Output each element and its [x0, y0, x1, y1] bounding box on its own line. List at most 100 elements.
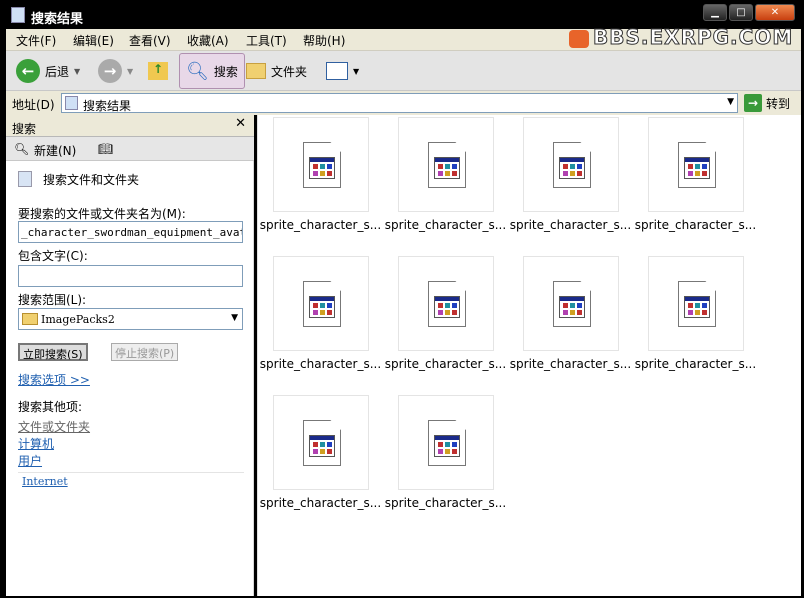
result-file-item[interactable]: sprite_character_s...: [258, 254, 383, 384]
views-button[interactable]: ▼: [326, 57, 359, 85]
address-value: 搜索结果: [83, 99, 132, 113]
file-thumbnail: [398, 256, 494, 351]
chevron-down-icon: ▼: [353, 66, 360, 76]
maximize-button[interactable]: □: [729, 4, 753, 21]
folders-label: 文件夹: [271, 64, 308, 79]
forward-arrow-icon: →: [98, 59, 122, 83]
menu-tools[interactable]: 工具(T): [246, 32, 287, 49]
back-label: 后退: [45, 64, 70, 79]
result-file-item[interactable]: sprite_character_s...: [508, 115, 633, 245]
back-arrow-icon: ←: [16, 59, 40, 83]
result-file-item[interactable]: sprite_character_s...: [383, 393, 508, 523]
new-search-button[interactable]: 新建(N): [34, 142, 76, 159]
search-button[interactable]: 🔍︎ 搜索: [179, 53, 245, 89]
search-now-button[interactable]: 立即搜索(S): [18, 343, 88, 361]
contains-text-input[interactable]: [18, 265, 243, 287]
image-file-icon: [303, 281, 341, 327]
up-folder-button[interactable]: ↑: [148, 57, 168, 85]
result-file-item[interactable]: sprite_character_s...: [258, 115, 383, 245]
file-name: sprite_character_s...: [384, 357, 507, 371]
image-file-icon: [553, 281, 591, 327]
search-pane-header: 搜索 ✕: [6, 115, 254, 137]
new-search-icon: 🔍︎: [14, 142, 30, 156]
folder-icon: [246, 63, 266, 79]
people-link[interactable]: 用户: [18, 452, 42, 469]
file-thumbnail: [648, 117, 744, 212]
menu-view[interactable]: 查看(V): [129, 32, 171, 49]
files-folders-link[interactable]: 文件或文件夹: [18, 418, 90, 435]
result-file-item[interactable]: sprite_character_s...: [258, 393, 383, 523]
folder-icon: [22, 313, 38, 325]
search-results-icon: [11, 7, 25, 23]
go-button[interactable]: → 转到: [744, 94, 790, 112]
file-thumbnail: [523, 117, 619, 212]
divider: [18, 472, 244, 473]
address-input[interactable]: 搜索结果 ▼: [61, 93, 738, 113]
search-results-icon: [65, 96, 78, 110]
views-icon: [326, 62, 348, 80]
image-file-icon: [678, 142, 716, 188]
image-file-icon: [303, 142, 341, 188]
file-name: sprite_character_s...: [259, 218, 382, 232]
chevron-down-icon[interactable]: ▼: [74, 67, 80, 76]
close-pane-icon[interactable]: ✕: [235, 116, 246, 131]
internet-link[interactable]: Internet: [18, 475, 68, 488]
stop-search-button[interactable]: 停止搜索(P): [111, 343, 179, 361]
search-heading: 搜索文件和文件夹: [43, 173, 140, 187]
image-file-icon: [678, 281, 716, 327]
minimize-button[interactable]: ▁: [703, 4, 727, 21]
search-other-label: 搜索其他项:: [18, 400, 83, 414]
address-bar: 地址(D) 搜索结果 ▼ → 转到: [6, 91, 801, 115]
chevron-down-icon[interactable]: ▼: [127, 67, 133, 76]
file-thumbnail: [648, 256, 744, 351]
computers-link[interactable]: 计算机: [18, 435, 54, 452]
scope-value: ImagePacks2: [41, 313, 115, 326]
back-button[interactable]: ← 后退 ▼: [16, 57, 80, 85]
filename-input[interactable]: _character_swordman_equipment_avatar_: [18, 221, 243, 243]
menu-favorites[interactable]: 收藏(A): [187, 32, 229, 49]
file-thumbnail: [273, 256, 369, 351]
file-thumbnail: [273, 395, 369, 490]
help-book-icon[interactable]: 📖︎: [98, 142, 113, 156]
file-thumbnail: [273, 117, 369, 212]
search-label: 搜索: [213, 64, 238, 79]
file-name: sprite_character_s...: [259, 496, 382, 510]
toolbar: ← 后退 ▼ → ▼ ↑ 🔍︎ 搜索 文件夹 ▼: [6, 51, 801, 91]
results-view: sprite_character_s... sprite_character_s.…: [257, 115, 801, 596]
menu-file[interactable]: 文件(F): [16, 32, 56, 49]
file-name: sprite_character_s...: [509, 218, 632, 232]
image-file-icon: [428, 142, 466, 188]
image-file-icon: [428, 281, 466, 327]
address-label: 地址(D): [12, 98, 55, 112]
scope-label: 搜索范围(L):: [18, 293, 87, 307]
close-button[interactable]: ✕: [755, 4, 795, 21]
search-options-link[interactable]: 搜索选项 >>: [18, 371, 90, 388]
forward-button[interactable]: → ▼: [98, 57, 133, 85]
scope-select[interactable]: ImagePacks2 ▼: [18, 308, 243, 330]
go-label: 转到: [766, 96, 791, 111]
file-name: sprite_character_s...: [384, 496, 507, 510]
search-pane-toolbar: 🔍︎ 新建(N) 📖︎: [6, 137, 254, 161]
result-file-item[interactable]: sprite_character_s...: [383, 115, 508, 245]
folder-up-icon: ↑: [148, 62, 168, 80]
file-name: sprite_character_s...: [384, 218, 507, 232]
watermark-logo: BBS.EXRPG.COM: [569, 25, 793, 50]
window-title: 搜索结果: [31, 12, 84, 27]
file-name: sprite_character_s...: [509, 357, 632, 371]
file-thumbnail: [523, 256, 619, 351]
menu-help[interactable]: 帮助(H): [303, 32, 345, 49]
search-pane: 搜索 ✕ 🔍︎ 新建(N) 📖︎ 搜索文件和文件夹 要搜索的文件或文件夹名为(M…: [6, 115, 254, 596]
address-dropdown-icon[interactable]: ▼: [727, 97, 734, 107]
result-file-item[interactable]: sprite_character_s...: [633, 115, 758, 245]
result-file-item[interactable]: sprite_character_s...: [383, 254, 508, 384]
menu-edit[interactable]: 编辑(E): [73, 32, 114, 49]
image-file-icon: [428, 420, 466, 466]
result-file-item[interactable]: sprite_character_s...: [508, 254, 633, 384]
name-label: 要搜索的文件或文件夹名为(M):: [18, 207, 186, 221]
folders-button[interactable]: 文件夹: [246, 57, 307, 85]
result-file-item[interactable]: sprite_character_s...: [633, 254, 758, 384]
search-pane-title: 搜索: [12, 122, 37, 136]
file-name: sprite_character_s...: [634, 218, 757, 232]
chevron-down-icon: ▼: [231, 313, 238, 323]
file-name: sprite_character_s...: [259, 357, 382, 371]
